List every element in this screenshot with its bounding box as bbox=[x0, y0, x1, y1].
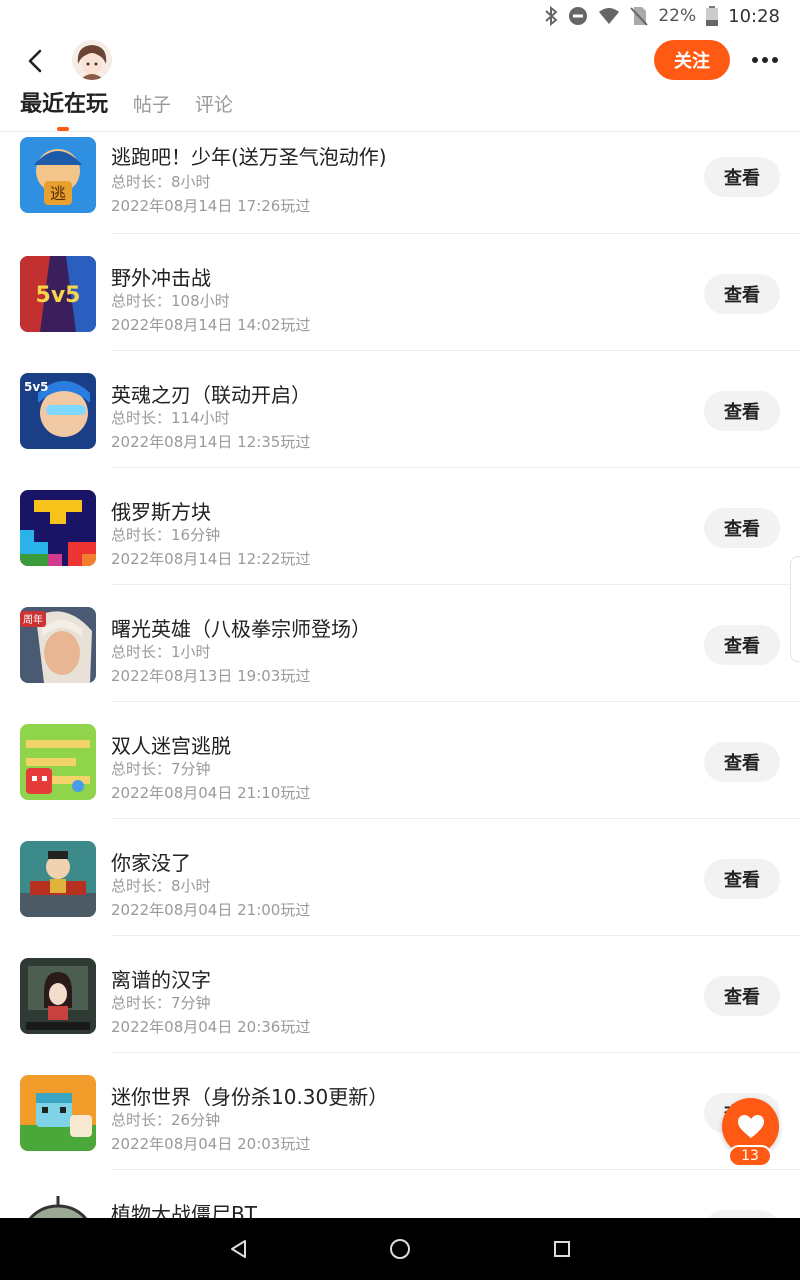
game-last-played: 2022年08月14日 14:02玩过 bbox=[111, 316, 311, 334]
game-name: 英魂之刃（联动开启） bbox=[111, 383, 311, 407]
follow-button[interactable]: 关注 bbox=[654, 40, 730, 80]
hero-blade-icon: 5v5 bbox=[20, 373, 96, 449]
game-duration: 总时长：16分钟 bbox=[111, 526, 221, 544]
game-duration: 总时长：8小时 bbox=[111, 173, 211, 191]
svg-text:5v5: 5v5 bbox=[24, 380, 49, 394]
list-item[interactable]: 俄罗斯方块 总时长：16分钟 2022年08月14日 12:22玩过 查看 bbox=[0, 468, 800, 585]
game-name: 逃跑吧！少年(送万圣气泡动作) bbox=[111, 145, 387, 169]
view-button[interactable]: 查看 bbox=[704, 742, 780, 782]
mini-world-icon bbox=[20, 1075, 96, 1151]
view-button[interactable]: 查看 bbox=[704, 859, 780, 899]
emperor-icon bbox=[20, 841, 96, 917]
svg-text:周年: 周年 bbox=[23, 613, 43, 626]
no-sim-icon bbox=[630, 6, 649, 26]
back-arrow-icon bbox=[28, 49, 42, 73]
battery-percent: 22% bbox=[658, 6, 697, 26]
tetris-icon bbox=[20, 490, 96, 566]
game-duration: 总时长：108小时 bbox=[111, 292, 230, 310]
list-item[interactable]: 植物大战僵尸BT 查看 bbox=[0, 1170, 800, 1218]
list-item[interactable]: 迷你世界（身份杀10.30更新） 总时长：26分钟 2022年08月04日 20… bbox=[0, 1053, 800, 1170]
list-item[interactable]: 5v5 野外冲击战 总时长：108小时 2022年08月14日 14:02玩过 … bbox=[0, 234, 800, 351]
game-last-played: 2022年08月13日 19:03玩过 bbox=[111, 667, 311, 685]
battery-icon bbox=[706, 6, 719, 26]
game-last-played: 2022年08月14日 17:26玩过 bbox=[111, 197, 311, 215]
game-duration: 总时长：26分钟 bbox=[111, 1111, 221, 1129]
more-options-button[interactable] bbox=[748, 46, 782, 74]
list-item[interactable]: 离谱的汉字 总时长：7分钟 2022年08月04日 20:36玩过 查看 bbox=[0, 936, 800, 1053]
active-tab-indicator bbox=[57, 127, 69, 131]
tab-comments[interactable]: 评论 bbox=[195, 90, 233, 120]
header: 关注 bbox=[0, 32, 800, 90]
game-name: 双人迷宫逃脱 bbox=[111, 734, 231, 758]
clock: 10:28 bbox=[728, 5, 780, 27]
view-button[interactable]: 查看 bbox=[704, 274, 780, 314]
game-duration: 总时长：7分钟 bbox=[111, 994, 211, 1012]
game-name: 俄罗斯方块 bbox=[111, 500, 211, 524]
wifi-icon bbox=[598, 7, 620, 25]
zombie-icon bbox=[20, 1192, 96, 1218]
escape-game-icon: 逃 bbox=[20, 137, 96, 213]
view-button[interactable]: 查看 bbox=[704, 508, 780, 548]
maze-icon bbox=[20, 724, 96, 800]
back-button[interactable] bbox=[20, 46, 50, 76]
avatar[interactable] bbox=[72, 40, 112, 80]
side-drawer-handle[interactable] bbox=[790, 556, 800, 662]
view-button[interactable]: 查看 bbox=[704, 1210, 780, 1218]
list-item[interactable]: 逃 逃跑吧！少年(送万圣气泡动作) 总时长：8小时 2022年08月14日 17… bbox=[0, 133, 800, 234]
screen: 22% 10:28 关注 最近在玩 帖子 评论 逃 逃跑吧！少年(送万圣气泡动作… bbox=[0, 0, 800, 1280]
tab-posts[interactable]: 帖子 bbox=[133, 90, 171, 120]
view-button[interactable]: 查看 bbox=[704, 976, 780, 1016]
circle-home-icon bbox=[390, 1239, 410, 1259]
game-last-played: 2022年08月04日 20:36玩过 bbox=[111, 1018, 311, 1036]
game-duration: 总时长：7分钟 bbox=[111, 760, 211, 778]
view-button[interactable]: 查看 bbox=[704, 157, 780, 197]
list-item[interactable]: 5v5 英魂之刃（联动开启） 总时长：114小时 2022年08月14日 12:… bbox=[0, 351, 800, 468]
game-duration: 总时长：1小时 bbox=[111, 643, 211, 661]
heart-icon bbox=[737, 1114, 764, 1138]
more-dots-icon bbox=[752, 57, 778, 63]
list-item[interactable]: 双人迷宫逃脱 总时长：7分钟 2022年08月04日 21:10玩过 查看 bbox=[0, 702, 800, 819]
svg-text:逃: 逃 bbox=[50, 184, 66, 203]
list-item[interactable]: 周年 曙光英雄（八极拳宗师登场） 总时长：1小时 2022年08月13日 19:… bbox=[0, 585, 800, 702]
game-duration: 总时长：8小时 bbox=[111, 877, 211, 895]
game-last-played: 2022年08月04日 21:10玩过 bbox=[111, 784, 311, 802]
game-name: 你家没了 bbox=[111, 851, 191, 875]
hanzi-girl-icon bbox=[20, 958, 96, 1034]
nav-recents-button[interactable] bbox=[547, 1234, 577, 1264]
dawn-hero-icon: 周年 bbox=[20, 607, 96, 683]
triangle-back-icon bbox=[231, 1240, 246, 1258]
game-name: 野外冲击战 bbox=[111, 266, 211, 290]
square-recents-icon bbox=[554, 1241, 570, 1257]
game-last-played: 2022年08月04日 21:00玩过 bbox=[111, 901, 311, 919]
user-avatar-icon bbox=[72, 40, 112, 80]
tab-bar: 最近在玩 帖子 评论 bbox=[0, 90, 800, 132]
system-nav-bar bbox=[0, 1218, 800, 1280]
nav-back-button[interactable] bbox=[223, 1234, 253, 1264]
bluetooth-icon bbox=[544, 6, 558, 26]
nav-home-button[interactable] bbox=[385, 1234, 415, 1264]
tab-recently-played[interactable]: 最近在玩 bbox=[20, 90, 108, 120]
game-name: 迷你世界（身份杀10.30更新） bbox=[111, 1085, 389, 1109]
view-button[interactable]: 查看 bbox=[704, 625, 780, 665]
game-last-played: 2022年08月14日 12:22玩过 bbox=[111, 550, 311, 568]
list-item[interactable]: 你家没了 总时长：8小时 2022年08月04日 21:00玩过 查看 bbox=[0, 819, 800, 936]
game-name: 离谱的汉字 bbox=[111, 968, 211, 992]
like-count-badge: 13 bbox=[728, 1145, 772, 1167]
view-button[interactable]: 查看 bbox=[704, 391, 780, 431]
do-not-disturb-icon bbox=[568, 6, 588, 26]
game-name: 植物大战僵尸BT bbox=[111, 1202, 257, 1218]
status-bar: 22% 10:28 bbox=[0, 0, 800, 32]
game-last-played: 2022年08月04日 20:03玩过 bbox=[111, 1135, 311, 1153]
game-last-played: 2022年08月14日 12:35玩过 bbox=[111, 433, 311, 451]
5v5-battle-icon: 5v5 bbox=[20, 256, 96, 332]
game-name: 曙光英雄（八极拳宗师登场） bbox=[111, 617, 371, 641]
game-duration: 总时长：114小时 bbox=[111, 409, 230, 427]
svg-text:5v5: 5v5 bbox=[36, 283, 81, 308]
recent-games-list: 逃 逃跑吧！少年(送万圣气泡动作) 总时长：8小时 2022年08月14日 17… bbox=[0, 133, 800, 1218]
